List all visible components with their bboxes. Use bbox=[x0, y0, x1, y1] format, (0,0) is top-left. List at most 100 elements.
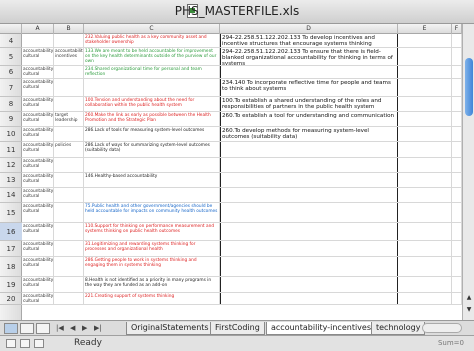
cell-col-f[interactable] bbox=[452, 293, 462, 304]
column-header[interactable]: A bbox=[22, 24, 54, 34]
cell-col-c[interactable]: 110.Support for thinking on performance … bbox=[84, 223, 220, 240]
column-header[interactable]: E bbox=[398, 24, 452, 34]
cell-col-f[interactable] bbox=[452, 79, 462, 96]
cell-col-f[interactable] bbox=[452, 203, 462, 222]
normal-view-button[interactable] bbox=[4, 323, 18, 334]
scroll-up-arrow-icon[interactable]: ▲ bbox=[465, 294, 473, 302]
cell-col-f[interactable] bbox=[452, 142, 462, 157]
cell-col-a[interactable]: accountability-cultural bbox=[22, 79, 54, 96]
cell-col-b[interactable] bbox=[54, 97, 84, 111]
cell-col-b[interactable] bbox=[54, 34, 84, 47]
cell-col-f[interactable] bbox=[452, 97, 462, 111]
row-header[interactable]: 7 bbox=[0, 79, 22, 97]
cell-col-c[interactable]: 100.Tension and understanding about the … bbox=[84, 97, 220, 111]
cell-col-c[interactable] bbox=[84, 158, 220, 172]
cell-col-d[interactable] bbox=[220, 158, 398, 172]
cell-col-c[interactable]: 234.Shared organizational time for perso… bbox=[84, 66, 220, 78]
cell-col-f[interactable] bbox=[452, 188, 462, 202]
cell-col-e[interactable] bbox=[398, 188, 452, 202]
page-layout-view-button[interactable] bbox=[20, 323, 34, 334]
cell-col-d[interactable]: 260.To develop methods for measuring sys… bbox=[220, 127, 398, 141]
cell-col-a[interactable]: accountability-cultural bbox=[22, 173, 54, 187]
cell-col-c[interactable]: 286.Lack of tools for measuring system-l… bbox=[84, 127, 220, 141]
cell-col-f[interactable] bbox=[452, 34, 462, 47]
cell-col-b[interactable] bbox=[54, 277, 84, 292]
cell-col-b[interactable] bbox=[54, 158, 84, 172]
cell-col-a[interactable] bbox=[22, 34, 54, 47]
column-header[interactable]: B bbox=[54, 24, 84, 34]
cell-col-b[interactable] bbox=[54, 127, 84, 141]
sheet-view-icon[interactable] bbox=[6, 339, 16, 348]
cell-grid[interactable]: 232.Valuing public health as a key commu… bbox=[22, 34, 462, 320]
cell-col-a[interactable]: accountability-cultural bbox=[22, 223, 54, 240]
cell-col-a[interactable]: accountability-cultural bbox=[22, 66, 54, 78]
cell-col-c[interactable]: 260.Make the link as early as possible b… bbox=[84, 112, 220, 126]
cell-col-b[interactable]: policies bbox=[54, 142, 84, 157]
cell-col-e[interactable] bbox=[398, 293, 452, 304]
last-sheet-arrow-icon[interactable]: ▶| bbox=[94, 324, 102, 332]
cell-col-c[interactable]: 286.Getting people to work in systems th… bbox=[84, 257, 220, 276]
cell-col-c[interactable]: 146.Healthy-based accountability bbox=[84, 173, 220, 187]
cell-col-d[interactable] bbox=[220, 173, 398, 187]
cell-col-d[interactable] bbox=[220, 241, 398, 256]
cell-col-d[interactable] bbox=[220, 203, 398, 222]
cell-col-e[interactable] bbox=[398, 158, 452, 172]
cell-col-d[interactable] bbox=[220, 66, 398, 78]
cell-col-f[interactable] bbox=[452, 277, 462, 292]
cell-col-e[interactable] bbox=[398, 79, 452, 96]
cell-col-b[interactable]: target leadership bbox=[54, 112, 84, 126]
cell-col-c[interactable] bbox=[84, 79, 220, 96]
horizontal-scrollbar[interactable] bbox=[422, 323, 462, 333]
cell-col-a[interactable]: accountability-cultural bbox=[22, 293, 54, 304]
cell-col-b[interactable] bbox=[54, 79, 84, 96]
sheet-tab[interactable]: OriginalStatements bbox=[126, 322, 214, 335]
column-header[interactable]: F bbox=[452, 24, 462, 34]
cell-col-c[interactable]: 31.Legitimizing and rewarding systems th… bbox=[84, 241, 220, 256]
cell-col-a[interactable]: accountability-cultural bbox=[22, 277, 54, 292]
sheet-tab[interactable]: technology bbox=[371, 322, 426, 335]
cell-col-e[interactable] bbox=[398, 203, 452, 222]
row-header[interactable]: 10 bbox=[0, 127, 22, 142]
cell-col-e[interactable] bbox=[398, 142, 452, 157]
vertical-scroll-thumb[interactable] bbox=[465, 58, 473, 116]
cell-col-f[interactable] bbox=[452, 127, 462, 141]
cell-col-e[interactable] bbox=[398, 66, 452, 78]
next-sheet-arrow-icon[interactable]: ▶ bbox=[82, 324, 87, 332]
row-header[interactable]: 8 bbox=[0, 97, 22, 112]
cell-col-a[interactable]: accountability-cultural bbox=[22, 48, 54, 65]
cell-col-c[interactable]: 232.Valuing public health as a key commu… bbox=[84, 34, 220, 47]
cell-col-a[interactable]: accountability-cultural bbox=[22, 241, 54, 256]
cell-col-c[interactable]: 133.We are meant to be held accountable … bbox=[84, 48, 220, 65]
cell-col-e[interactable] bbox=[398, 223, 452, 240]
cell-col-b[interactable] bbox=[54, 241, 84, 256]
sheet-tab[interactable]: accountability-incentives bbox=[266, 322, 377, 335]
cell-col-a[interactable]: accountability-cultural bbox=[22, 127, 54, 141]
cell-col-b[interactable] bbox=[54, 203, 84, 222]
cell-col-a[interactable]: accountability-cultural bbox=[22, 142, 54, 157]
cell-col-c[interactable] bbox=[84, 188, 220, 202]
cell-col-f[interactable] bbox=[452, 48, 462, 65]
cell-col-a[interactable]: accountability-cultural bbox=[22, 203, 54, 222]
cell-col-e[interactable] bbox=[398, 241, 452, 256]
cell-col-d[interactable]: 294-22.258.51.122.202.133 To develop inc… bbox=[220, 34, 398, 47]
cell-col-f[interactable] bbox=[452, 223, 462, 240]
row-header[interactable]: 20 bbox=[0, 293, 22, 305]
cell-col-a[interactable]: accountability-cultural bbox=[22, 97, 54, 111]
cell-col-e[interactable] bbox=[398, 173, 452, 187]
first-sheet-arrow-icon[interactable]: |◀ bbox=[56, 324, 64, 332]
cell-col-d[interactable] bbox=[220, 293, 398, 304]
cell-col-d[interactable] bbox=[220, 223, 398, 240]
cell-col-a[interactable]: accountability-cultural bbox=[22, 257, 54, 276]
cell-col-d[interactable]: 294-22.258.51.122.202.133 To ensure that… bbox=[220, 48, 398, 65]
cell-col-d[interactable]: 234.140 To incorporate reflective time f… bbox=[220, 79, 398, 96]
cell-col-d[interactable] bbox=[220, 277, 398, 292]
grid-view-icon[interactable] bbox=[20, 339, 30, 348]
cell-col-b[interactable]: accountability-incentives bbox=[54, 48, 84, 65]
cell-col-b[interactable] bbox=[54, 188, 84, 202]
row-header[interactable]: 13 bbox=[0, 173, 22, 188]
row-header[interactable]: 5 bbox=[0, 48, 22, 66]
cell-col-c[interactable]: 221.Creating support of systems thinking bbox=[84, 293, 220, 304]
spreadsheet-grid[interactable]: ABCDEF 4 5 6 7 8 9 10 11 12 13 14 15 16 17 18 19 20 232.… bbox=[0, 24, 462, 320]
cell-col-f[interactable] bbox=[452, 241, 462, 256]
row-header[interactable]: 9 bbox=[0, 112, 22, 127]
